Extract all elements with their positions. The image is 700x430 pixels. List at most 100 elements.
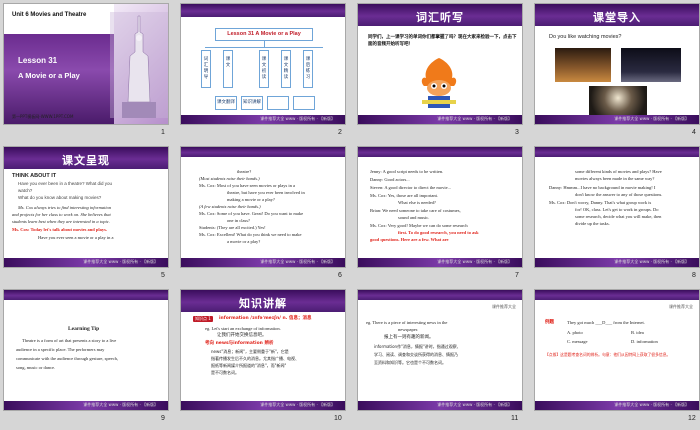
text-line: Ms. Cox always tries to find interesting…	[18, 205, 112, 210]
think-about-it: THINK ABOUT IT	[12, 173, 57, 179]
slide-footer-bar: 课件推荐大全 www · 版权所有 · 【新版】	[181, 401, 345, 410]
slide-thumbnail[interactable]: 课文呈现 THINK ABOUT IT Have you ever been i…	[3, 146, 169, 268]
slide-header	[358, 290, 522, 300]
intro-question: Do you like watching movies?	[549, 34, 622, 40]
option-d[interactable]: D. information	[631, 339, 658, 345]
slide-footer: 第一PPT模板网-WWW.1PPT.COM	[12, 114, 74, 119]
slide-number: 1	[161, 129, 165, 136]
text-line: for! OK, class. Let's get to work in gro…	[575, 207, 659, 212]
example-label: 例题	[545, 320, 554, 325]
slide-header	[181, 4, 345, 17]
text-line: eg. Let's start an exchange of informati…	[205, 326, 281, 331]
slide-number: 12	[688, 415, 696, 422]
text-line: students learn best when they are intere…	[12, 219, 110, 224]
text-line: Danny: Hmmm...I have no background in mo…	[549, 185, 656, 190]
slide-header: 课文呈现	[4, 147, 168, 169]
text-line: some different kinds of movies and plays…	[575, 169, 662, 174]
knowledge-point-badge: 知识点 1	[193, 316, 213, 322]
slide-number: 11	[511, 415, 519, 422]
text-line: movies always been made in the same way?	[575, 176, 655, 181]
question-text: They got much ___D___ from the Internet.	[567, 320, 645, 325]
option-b[interactable]: B. idea	[631, 330, 644, 336]
text-line: 让我们开始交换信息吧。	[217, 333, 267, 338]
text-line: 至资料和知识等。它也是个不可数名词。	[374, 360, 446, 365]
slide-number: 2	[338, 129, 342, 136]
lesson-subtitle: A Movie or a Play	[18, 71, 80, 80]
slide-thumbnail[interactable]: some different kinds of movies and plays…	[534, 146, 700, 268]
text-line: communicate with the audience through ge…	[16, 356, 118, 361]
box-vocab: 词汇明导	[201, 50, 211, 88]
box-knowledge: 知识讲解	[241, 96, 263, 110]
text-line: Ms. Cox: Today let's talk about movies a…	[12, 227, 108, 232]
slide-thumbnail[interactable]: 课件推荐大全 eg. There is a piece of interesti…	[357, 289, 523, 411]
root-box: Lesson 31 A Movie or a Play	[215, 28, 313, 41]
slide-footer-bar: 课件推荐大全 www · 版权所有 · 【新版】	[535, 401, 699, 410]
box-text: 课文	[223, 50, 233, 88]
text-line: theatre, but have you ever been involved…	[227, 190, 305, 195]
text-line: Danny: Good actors...	[370, 177, 410, 182]
movie-image	[555, 48, 611, 82]
text-line: Ms. Cox: Very good! Maybe we can do some…	[370, 223, 468, 228]
box-read1: 课文初读	[259, 50, 269, 88]
text-line: Steven: A good director to direct the mo…	[370, 185, 451, 190]
slide-footer-bar: 课件推荐大全 www · 版权所有 · 【新版】	[4, 401, 168, 410]
text-line: watch?	[18, 188, 33, 193]
text-line: making a movie or a play?	[227, 197, 275, 202]
slide-thumbnail[interactable]: 课件推荐大全 例题 They got much ___D___ from the…	[534, 289, 700, 411]
box-read2: 课文精读	[281, 50, 291, 88]
text-line: 考向 news与information 辨析	[205, 341, 274, 346]
slide-footer-bar: 课件推荐大全 www · 版权所有 · 【新版】	[535, 258, 699, 267]
box-translate: 课文翻译	[215, 96, 237, 110]
text-line: Ms. Cox: Don't worry, Danny. That's what…	[549, 200, 652, 205]
slide-header	[535, 147, 699, 157]
text-line: one in class?	[227, 218, 250, 223]
slide-number: 8	[692, 272, 696, 279]
text-line: Brian: We need someone to take care of c…	[370, 208, 461, 213]
slide-footer-bar: 课件推荐大全 www · 版权所有 · 【新版】	[181, 258, 345, 267]
slide-thumbnail[interactable]: Lesson 31 A Movie or a Play 词汇明导 课文 课文初读…	[180, 3, 346, 125]
text-line: song, music or dance.	[16, 365, 56, 370]
slide-number: 6	[338, 272, 342, 279]
slide-footer-bar: 课件推荐大全 www · 版权所有 · 【新版】	[4, 258, 168, 267]
text-line: Students: (They are all excited.) Yes!	[199, 225, 266, 230]
slide-thumbnail[interactable]: Jenny: A good script needs to be written…	[357, 146, 523, 268]
text-line: 报纸等新闻媒介所报道的"消息"，而"新闻"	[211, 363, 287, 368]
text-line: theatre?	[237, 169, 252, 174]
box-practice: 课后练习	[303, 50, 313, 88]
slide-header	[535, 290, 699, 300]
slide-thumbnail[interactable]: 课堂导入 Do you like watching movies? 课件推荐大全…	[534, 3, 700, 125]
slide-footer-bar: 课件推荐大全 www · 版权所有 · 【新版】	[358, 401, 522, 410]
slide-footer-bar: 课件推荐大全 www · 版权所有 · 【新版】	[535, 115, 699, 124]
slide-thumbnail[interactable]: Unit 6 Movies and Theatre Lesson 31 A Mo…	[3, 3, 169, 125]
text-line: eg. There is a piece of interesting news…	[366, 320, 448, 325]
cartoon-character-icon	[421, 58, 457, 108]
text-line: and projects for her class to work on. S…	[12, 212, 111, 217]
slide-header	[4, 290, 168, 300]
option-a[interactable]: A. photo	[567, 330, 583, 336]
slide-number: 5	[161, 272, 165, 279]
text-line: sound and music.	[398, 215, 430, 220]
word-entry: information /ɪnfəˈmeɪʃn/ n. 信息；消息	[219, 316, 312, 321]
text-line: Have you ever been in a theatre? What di…	[18, 181, 113, 186]
slide-thumbnail[interactable]: 词汇听写 同学们，上一课学习的单词你们都掌握了吗？现在大家来检验一下，点击下面的…	[357, 3, 523, 125]
text-line: news"消息；新闻"，主要侧重于"新"，它是	[211, 349, 289, 354]
slide-thumbnail[interactable]: Learning Tip Theatre is a form of art th…	[3, 289, 169, 411]
slide-thumbnail[interactable]: theatre? (Most students raise their hand…	[180, 146, 346, 268]
cinema-image	[589, 86, 647, 116]
option-c[interactable]: C. message	[567, 339, 588, 345]
text-line: 是不可数名词。	[211, 370, 239, 375]
slide-header	[358, 147, 522, 157]
learning-tip-title: Learning Tip	[68, 326, 100, 332]
slide-thumbnail[interactable]: 知识讲解 知识点 1 information /ɪnfəˈmeɪʃn/ n. 信…	[180, 289, 346, 411]
text-line: What do you know about making movies?	[18, 195, 102, 200]
slide-footer-bar: 课件推荐大全 www · 版权所有 · 【新版】	[358, 258, 522, 267]
text-line: Ms. Cox: Excellent! What do you think we…	[199, 232, 302, 237]
text-line: (Most students raise their hands.)	[199, 176, 260, 181]
slide-number: 9	[161, 415, 165, 422]
text-line: information作"消息，情报"讲时，指通过观察、	[374, 344, 461, 349]
text-line: Theatre is a form of art that presents a…	[22, 338, 117, 343]
slide-footer-bar: 课件推荐大全 www · 版权所有 · 【新版】	[181, 115, 345, 124]
text-line: Ms. Cox: Some of you have. Great! Do you…	[199, 211, 304, 216]
lesson-title: Lesson 31	[18, 56, 58, 65]
text-line: (A few students raise their hands.)	[199, 204, 261, 209]
